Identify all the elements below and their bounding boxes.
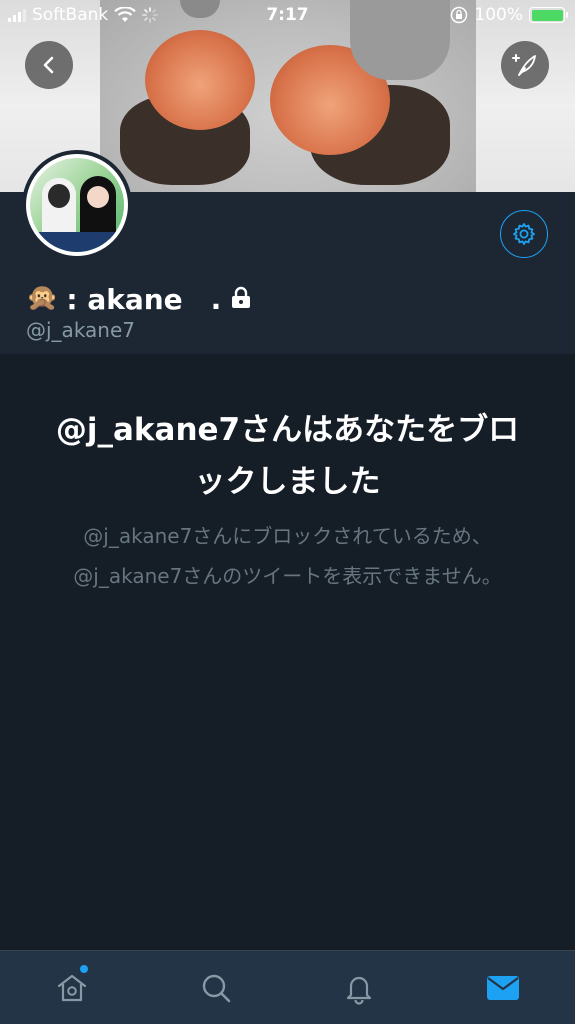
battery-percent: 100% (474, 5, 523, 25)
blocked-description: @j_akane7さんにブロックされているため、@j_akane7さんのツイート… (73, 524, 502, 588)
profile-handle: @j_akane7 (26, 318, 136, 342)
settings-button[interactable] (500, 210, 548, 258)
orientation-lock-icon (451, 6, 468, 24)
avatar[interactable] (22, 150, 132, 260)
new-tweets-dot (80, 965, 88, 973)
blocked-notice: @j_akane7さんはあなたをブロックしました @j_akane7さんにブロッ… (0, 354, 575, 950)
back-button[interactable] (25, 41, 73, 89)
back-arrow-icon (43, 56, 54, 74)
status-bar: SoftBank 7:17 100% (0, 0, 575, 32)
tab-home[interactable] (0, 951, 144, 1024)
envelope-icon (487, 975, 520, 1000)
tab-messages[interactable] (431, 951, 575, 1024)
battery-icon (529, 7, 568, 23)
tab-notifications[interactable] (288, 951, 432, 1024)
home-icon (57, 974, 86, 1001)
display-name-row: 🙊 : akane . (26, 278, 253, 318)
compose-tweet-button[interactable] (501, 41, 549, 89)
gear-icon (513, 223, 535, 245)
lock-icon (232, 286, 251, 308)
tab-search[interactable] (144, 951, 288, 1024)
blocked-title: @j_akane7さんはあなたをブロックしました (55, 412, 520, 500)
display-name-emoji: 🙊 (26, 283, 59, 313)
display-name: : akane . (66, 283, 222, 316)
search-icon (202, 974, 230, 1002)
tab-bar (0, 950, 575, 1024)
bell-icon (347, 976, 372, 1005)
compose-tweet-icon (512, 54, 536, 76)
